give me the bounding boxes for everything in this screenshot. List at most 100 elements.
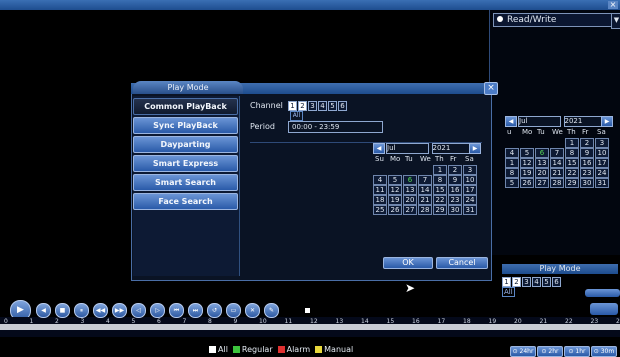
step-back-icon[interactable]: ◁ xyxy=(131,303,146,318)
right-cal-day[interactable]: 3 xyxy=(595,138,609,148)
dialog-cal-day[interactable]: 18 xyxy=(373,195,387,205)
dialog-cal-year-select[interactable]: 2021 xyxy=(431,143,470,154)
zoom-1hr-button[interactable]: ⊙ 1hr xyxy=(564,346,590,357)
channel-4-checkbox[interactable]: 4 xyxy=(532,277,541,287)
channel-2-checkbox[interactable]: 2 xyxy=(298,101,307,111)
rewind-icon[interactable]: ◀◀ xyxy=(93,303,108,318)
skip-forward-icon[interactable]: ⏭ xyxy=(188,303,203,318)
dialog-cal-day[interactable]: 26 xyxy=(388,205,402,215)
dialog-cal-day[interactable]: 8 xyxy=(433,175,447,185)
right-play-mode-button[interactable] xyxy=(585,289,620,297)
right-cal-day[interactable]: 31 xyxy=(595,178,609,188)
step-forward-icon[interactable]: ▷ xyxy=(150,303,165,318)
right-cal-prev-month[interactable]: ◀ xyxy=(505,116,517,127)
right-cal-day[interactable]: 10 xyxy=(595,148,609,158)
frame-icon[interactable]: ▭ xyxy=(226,303,241,318)
channel-1-checkbox[interactable]: 1 xyxy=(288,101,297,111)
dialog-cal-day[interactable]: 16 xyxy=(448,185,462,195)
close-icon[interactable]: ✕ xyxy=(245,303,260,318)
dialog-cal-day[interactable]: 4 xyxy=(373,175,387,185)
dialog-cal-month-select[interactable]: Jul xyxy=(386,143,429,154)
zoom-2hr-button[interactable]: ⊙ 2hr xyxy=(537,346,563,357)
dialog-cal-day[interactable]: 5 xyxy=(388,175,402,185)
right-cal-day[interactable]: 6 xyxy=(535,148,549,158)
right-cal-day[interactable]: 24 xyxy=(595,168,609,178)
right-cal-day[interactable]: 1 xyxy=(565,138,579,148)
ok-button[interactable]: OK xyxy=(383,257,433,269)
dialog-cal-prev-month[interactable]: ◀ xyxy=(373,143,385,154)
dialog-cal-day[interactable]: 29 xyxy=(433,205,447,215)
right-cal-day[interactable]: 21 xyxy=(550,168,564,178)
right-cal-day[interactable]: 14 xyxy=(550,158,564,168)
nav-smart-express[interactable]: Smart Express xyxy=(133,155,238,172)
dialog-cal-day[interactable]: 2 xyxy=(448,165,462,175)
right-cal-day[interactable]: 9 xyxy=(580,148,594,158)
dialog-cal-day[interactable]: 20 xyxy=(403,195,417,205)
dialog-close-button[interactable]: × xyxy=(484,82,498,95)
right-cal-day[interactable]: 27 xyxy=(535,178,549,188)
dialog-cal-day[interactable]: 12 xyxy=(388,185,402,195)
right-cal-day[interactable]: 13 xyxy=(535,158,549,168)
right-cal-day[interactable]: 4 xyxy=(505,148,519,158)
channel-3-checkbox[interactable]: 3 xyxy=(522,277,531,287)
dialog-cal-day[interactable]: 22 xyxy=(433,195,447,205)
channel-5-checkbox[interactable]: 5 xyxy=(328,101,337,111)
right-cal-day[interactable]: 15 xyxy=(565,158,579,168)
dialog-cal-day[interactable]: 9 xyxy=(448,175,462,185)
fast-forward-icon[interactable]: ▶▶ xyxy=(112,303,127,318)
dialog-cal-day[interactable]: 23 xyxy=(448,195,462,205)
dialog-cal-day[interactable]: 13 xyxy=(403,185,417,195)
right-cal-day[interactable]: 20 xyxy=(535,168,549,178)
nav-sync-playback[interactable]: Sync PlayBack xyxy=(133,117,238,134)
channel-2-checkbox[interactable]: 2 xyxy=(512,277,521,287)
right-cal-day[interactable]: 30 xyxy=(580,178,594,188)
dialog-cal-day[interactable]: 31 xyxy=(463,205,477,215)
dialog-cal-day[interactable]: 10 xyxy=(463,175,477,185)
dialog-cal-day[interactable]: 15 xyxy=(433,185,447,195)
nav-dayparting[interactable]: Dayparting xyxy=(133,136,238,153)
dialog-cal-day[interactable]: 17 xyxy=(463,185,477,195)
right-cal-day[interactable]: 17 xyxy=(595,158,609,168)
dialog-cal-day[interactable]: 3 xyxy=(463,165,477,175)
right-cal-day[interactable]: 12 xyxy=(520,158,534,168)
right-cal-day[interactable]: 1 xyxy=(505,158,519,168)
repeat-icon[interactable]: ↺ xyxy=(207,303,222,318)
right-cal-day[interactable]: 8 xyxy=(565,148,579,158)
dialog-cal-day[interactable]: 1 xyxy=(433,165,447,175)
window-close-button[interactable]: × xyxy=(608,1,618,9)
right-cal-day[interactable]: 16 xyxy=(580,158,594,168)
dialog-cal-day[interactable]: 24 xyxy=(463,195,477,205)
right-cal-day[interactable]: 8 xyxy=(505,168,519,178)
dialog-cal-day[interactable]: 28 xyxy=(418,205,432,215)
edit-icon[interactable]: ✎ xyxy=(264,303,279,318)
right-cal-day[interactable]: 22 xyxy=(565,168,579,178)
right-cal-day[interactable]: 26 xyxy=(520,178,534,188)
channel-6-checkbox[interactable]: 6 xyxy=(552,277,561,287)
zoom-24hr-button[interactable]: ⊙ 24hr xyxy=(510,346,536,357)
zoom-30m-button[interactable]: ⊙ 30m xyxy=(591,346,617,357)
right-cal-year-select[interactable]: 2021 xyxy=(563,116,602,127)
channel-5-checkbox[interactable]: 5 xyxy=(542,277,551,287)
right-cal-day[interactable]: 7 xyxy=(550,148,564,158)
right-cal-day[interactable]: 2 xyxy=(580,138,594,148)
period-input[interactable]: 00:00 - 23:59 xyxy=(288,121,383,133)
dialog-cal-day[interactable]: 11 xyxy=(373,185,387,195)
dialog-cal-next-month[interactable]: ▶ xyxy=(469,143,481,154)
nav-face-search[interactable]: Face Search xyxy=(133,193,238,210)
dialog-cal-day[interactable]: 21 xyxy=(418,195,432,205)
pause-icon[interactable]: ⏸ xyxy=(74,303,89,318)
stop-icon[interactable]: ■ xyxy=(55,303,70,318)
dialog-cal-day[interactable]: 6 xyxy=(403,175,417,185)
expand-button[interactable] xyxy=(590,303,618,315)
mode-select[interactable]: Read/Write xyxy=(493,13,612,27)
dialog-cal-day[interactable]: 7 xyxy=(418,175,432,185)
cancel-button[interactable]: Cancel xyxy=(436,257,488,269)
right-all-button[interactable]: All xyxy=(502,287,515,297)
dialog-cal-day[interactable]: 25 xyxy=(373,205,387,215)
channel-6-checkbox[interactable]: 6 xyxy=(338,101,347,111)
dialog-cal-day[interactable]: 30 xyxy=(448,205,462,215)
dialog-cal-day[interactable]: 27 xyxy=(403,205,417,215)
right-cal-day[interactable]: 23 xyxy=(580,168,594,178)
prev-icon[interactable]: ◀ xyxy=(36,303,51,318)
right-cal-day[interactable]: 19 xyxy=(520,168,534,178)
